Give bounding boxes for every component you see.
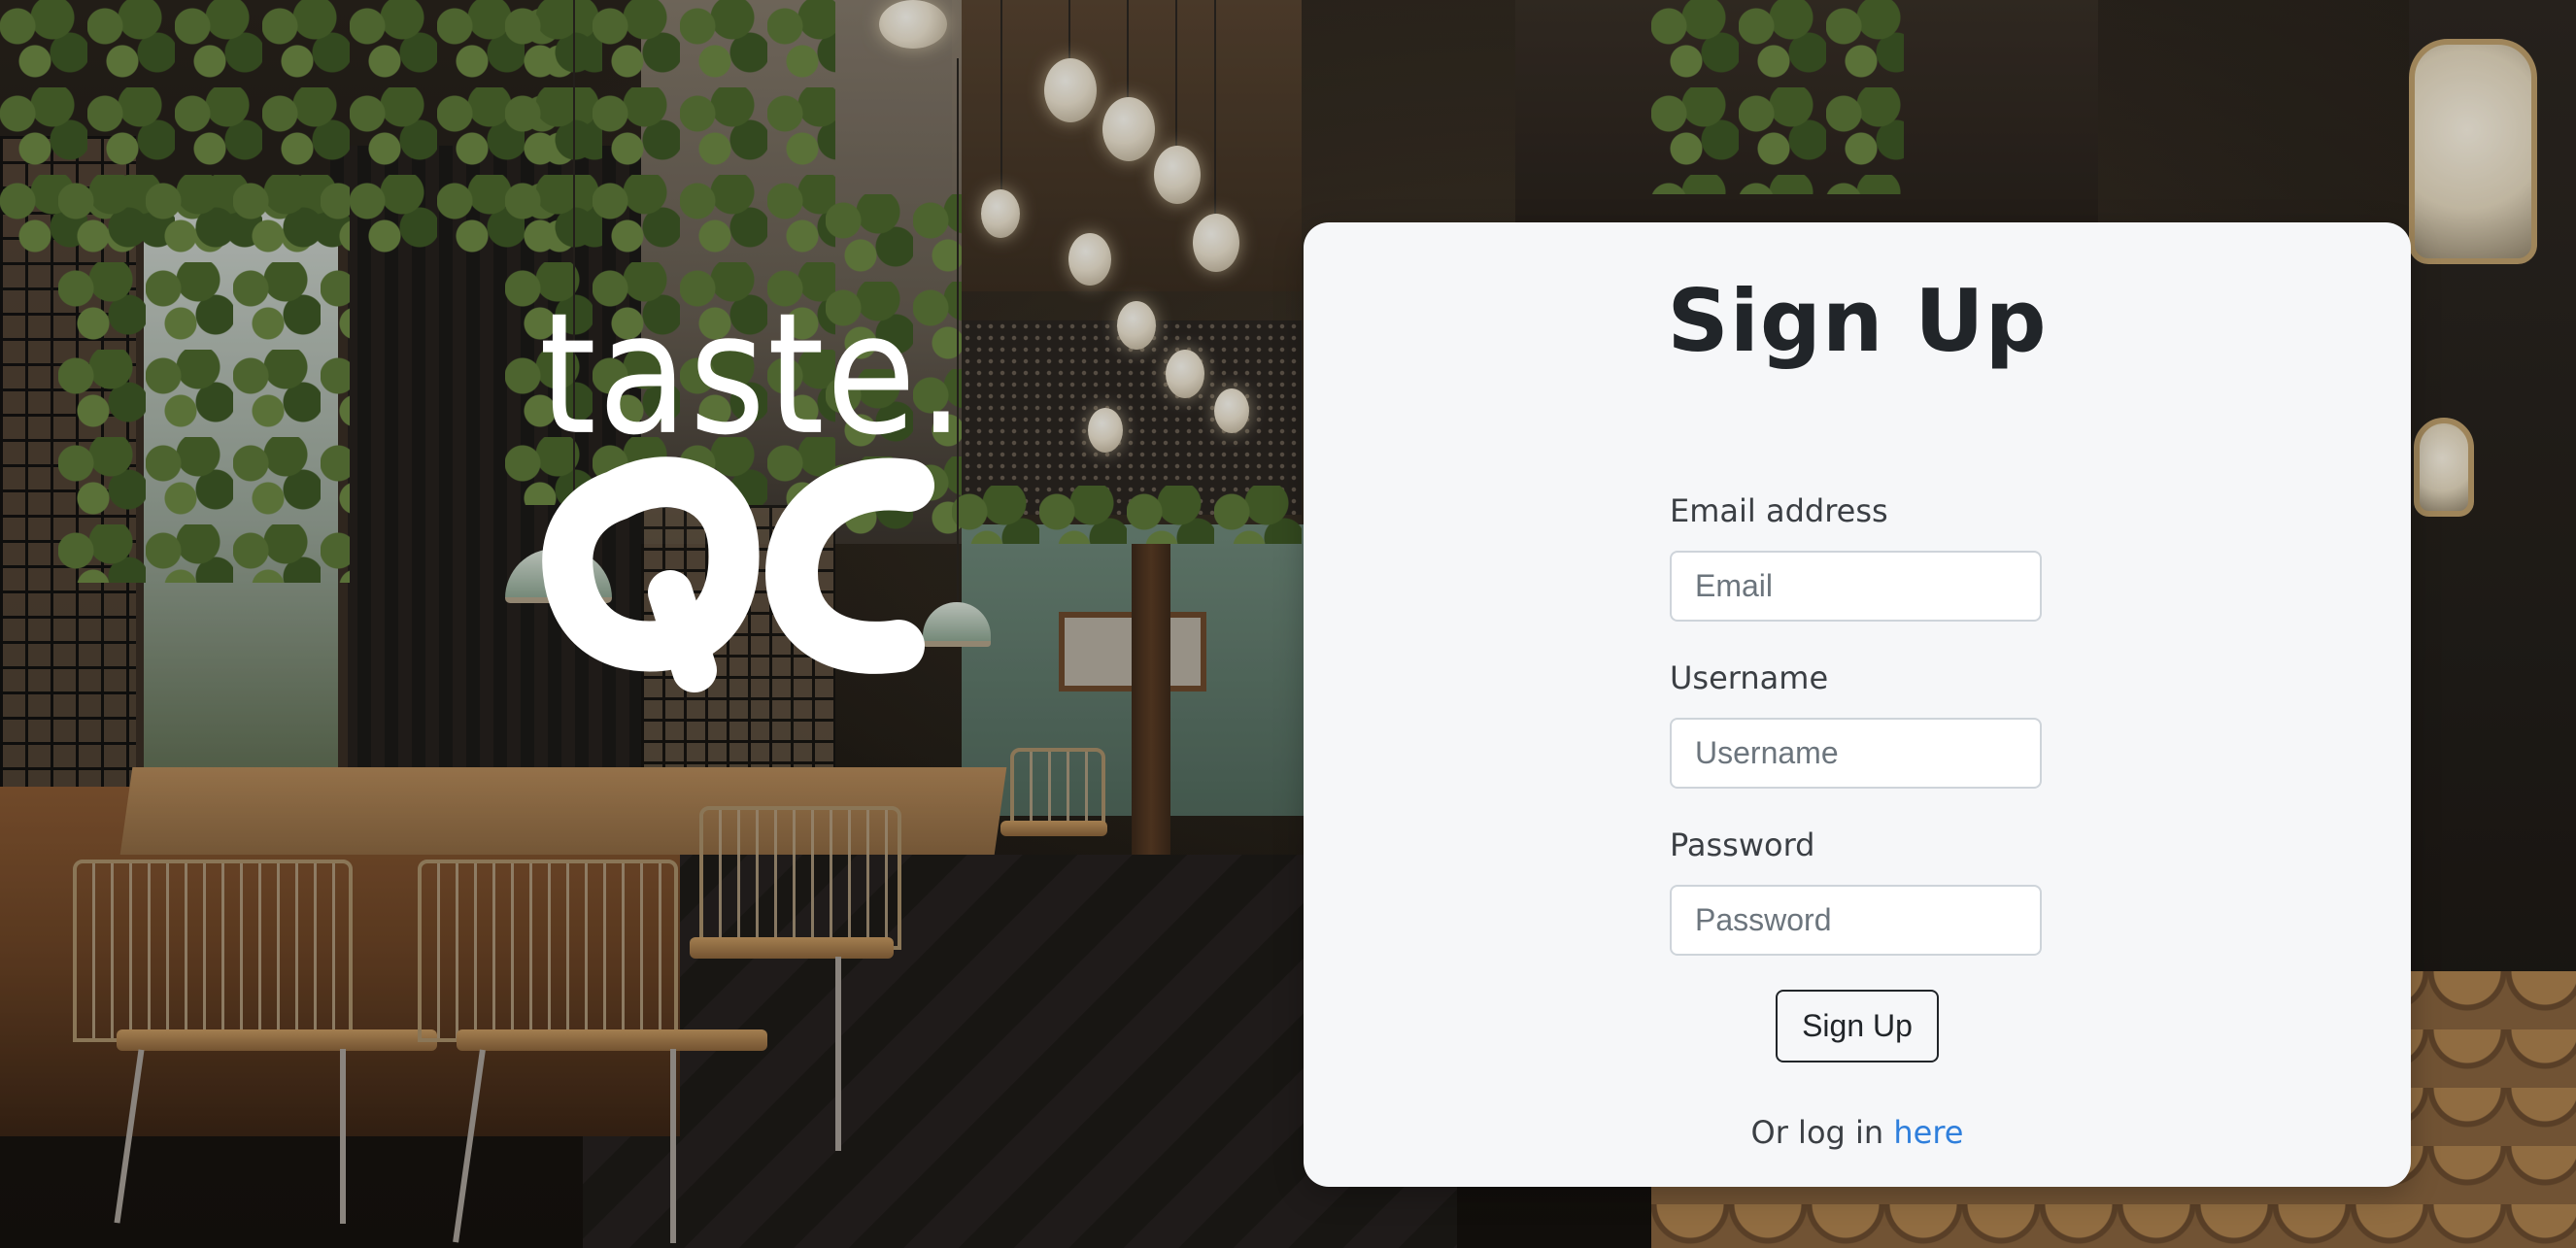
login-link[interactable]: here [1893,1114,1963,1151]
password-field[interactable] [1670,885,2042,956]
signup-page: taste. Sign Up Email address Username Pa… [0,0,2576,1248]
qc-logo-mark [542,456,934,692]
email-field[interactable] [1670,551,2042,622]
login-prompt-line: Or log in here [1304,1114,2411,1151]
signup-card: Sign Up Email address Username Password … [1304,222,2411,1187]
brand-logo [525,447,991,903]
brand-tagline: taste. [539,278,966,473]
email-label: Email address [1670,492,1888,529]
username-field[interactable] [1670,718,2042,789]
page-title: Sign Up [1667,271,2048,371]
password-label: Password [1670,826,1815,863]
username-label: Username [1670,659,1829,696]
sign-up-button[interactable]: Sign Up [1776,990,1939,1062]
login-prompt-text: Or log in [1750,1114,1884,1151]
